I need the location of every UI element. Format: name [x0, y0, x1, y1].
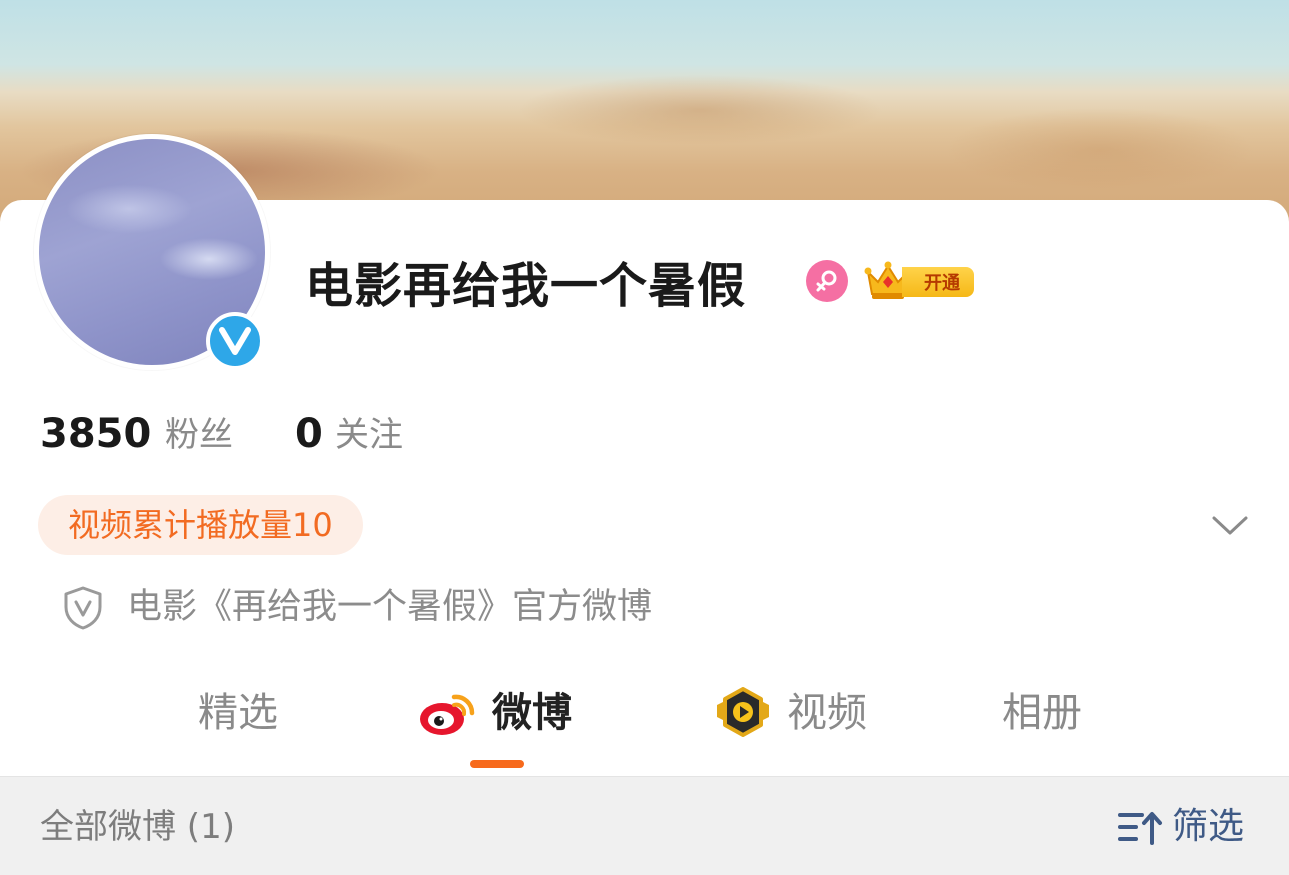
filter-sort-icon — [1118, 812, 1162, 845]
shield-verified-icon — [64, 586, 102, 630]
tab-featured[interactable]: 精选 — [198, 683, 278, 743]
tab-video[interactable]: 视频 — [713, 683, 867, 743]
weibo-logo-icon — [418, 687, 478, 739]
following-count[interactable]: 0 — [295, 410, 323, 458]
profile-name: 电影再给我一个暑假 — [305, 258, 747, 314]
tab-album-label: 相册 — [1002, 690, 1082, 736]
followers-label[interactable]: 粉丝 — [165, 411, 233, 459]
video-play-icon — [713, 687, 773, 739]
tab-video-label: 视频 — [787, 690, 867, 736]
all-posts-count: 全部微博 (1) — [40, 807, 235, 847]
video-play-count-badge[interactable]: 视频累计播放量10 — [38, 495, 363, 555]
verification-description: 电影《再给我一个暑假》官方微博 — [127, 587, 653, 627]
filter-button[interactable]: 筛选 — [1118, 803, 1244, 851]
female-gender-icon — [806, 260, 848, 302]
vip-open-button[interactable]: 开通 — [864, 260, 976, 302]
followers-count[interactable]: 3850 — [40, 410, 151, 458]
tab-album[interactable]: 相册 — [1002, 683, 1082, 743]
following-label[interactable]: 关注 — [335, 411, 403, 459]
verified-badge-icon — [206, 312, 264, 370]
tab-weibo-label: 微博 — [492, 690, 572, 736]
filter-label: 筛选 — [1172, 806, 1245, 847]
chevron-down-icon[interactable] — [1208, 508, 1252, 542]
posts-filter-bar: 全部微博 (1) 筛选 — [0, 776, 1289, 875]
vip-label: 开通 — [902, 267, 974, 297]
active-tab-indicator — [470, 760, 524, 768]
tab-featured-label: 精选 — [198, 690, 278, 736]
tab-weibo[interactable]: 微博 — [418, 683, 572, 743]
